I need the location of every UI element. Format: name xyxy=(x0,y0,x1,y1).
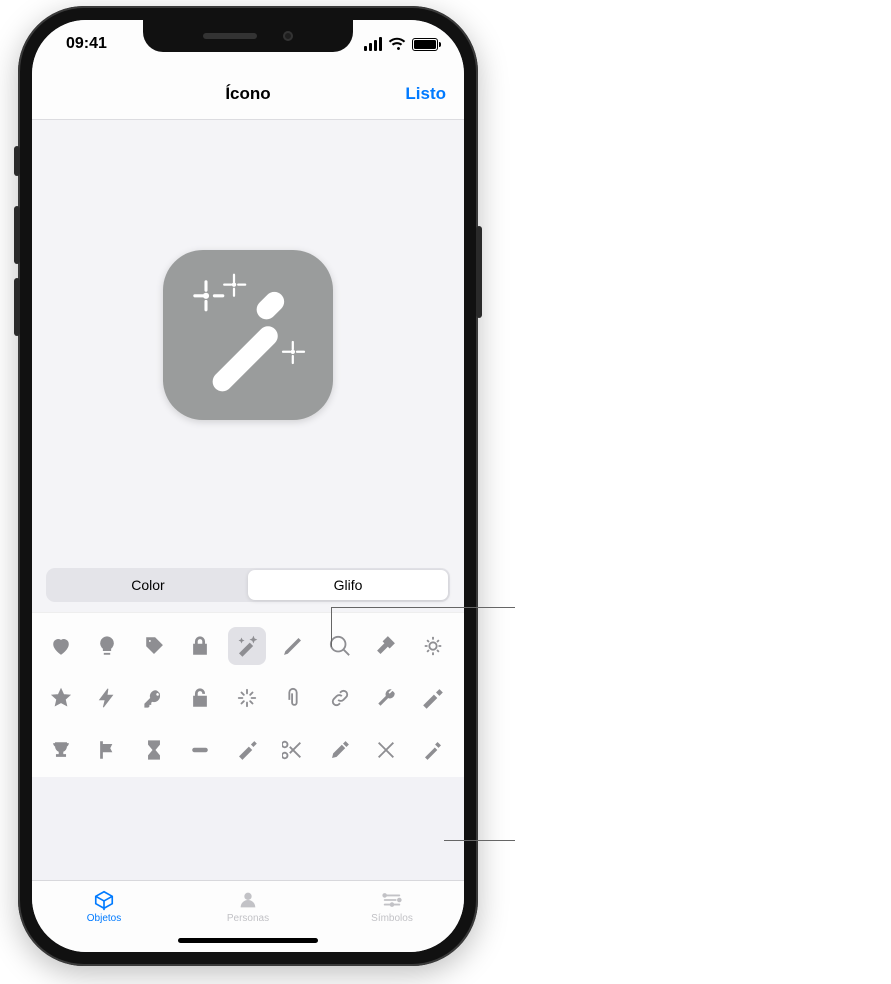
paperclip-icon xyxy=(282,687,304,709)
hammer-2-icon xyxy=(422,687,444,709)
lightbulb-icon xyxy=(96,635,118,657)
segment-color[interactable]: Color xyxy=(48,570,248,600)
magic-wand-icon xyxy=(236,635,258,657)
battery-icon xyxy=(412,38,438,51)
bolt-icon xyxy=(96,687,118,709)
glyph-star[interactable] xyxy=(42,679,80,717)
glyph-paint-roller[interactable] xyxy=(228,731,266,769)
tab-symbols[interactable]: Símbolos xyxy=(320,889,464,924)
tab-objects[interactable]: Objetos xyxy=(32,889,176,924)
hammer-icon xyxy=(375,635,397,657)
wifi-icon xyxy=(388,37,406,51)
segment-glyph[interactable]: Glifo xyxy=(248,570,448,600)
icon-preview-area xyxy=(32,120,464,550)
glyph-bolt[interactable] xyxy=(88,679,126,717)
volume-down-button xyxy=(14,278,20,336)
glyph-hourglass[interactable] xyxy=(135,731,173,769)
glyph-hammer-2[interactable] xyxy=(414,679,452,717)
minus-icon xyxy=(189,739,211,761)
glyph-scissors[interactable] xyxy=(274,731,312,769)
glyph-trophy[interactable] xyxy=(42,731,80,769)
glyph-flag[interactable] xyxy=(88,731,126,769)
glyph-hammer[interactable] xyxy=(367,627,405,665)
status-time: 09:41 xyxy=(66,35,107,53)
segmented-control-wrap: Color Glifo xyxy=(32,550,464,612)
gear-icon xyxy=(422,635,444,657)
glyph-pencil[interactable] xyxy=(274,627,312,665)
cellular-icon xyxy=(364,37,382,51)
screwdriver-icon xyxy=(422,739,444,761)
page-title: Ícono xyxy=(225,84,270,104)
tab-label: Símbolos xyxy=(371,913,413,924)
mute-switch xyxy=(14,146,20,176)
segmented-control: Color Glifo xyxy=(46,568,450,602)
glyph-paperclip[interactable] xyxy=(274,679,312,717)
flag-icon xyxy=(96,739,118,761)
done-button[interactable]: Listo xyxy=(405,84,446,104)
glyph-heart[interactable] xyxy=(42,627,80,665)
glyph-screwdriver[interactable] xyxy=(414,731,452,769)
tab-label: Personas xyxy=(227,913,269,924)
sliders-icon xyxy=(380,889,404,911)
glyph-magnifying-glass[interactable] xyxy=(321,627,359,665)
icon-preview xyxy=(163,250,333,420)
magic-wand-icon xyxy=(178,265,318,405)
callout-line xyxy=(331,607,515,608)
tab-label: Objetos xyxy=(87,913,121,924)
wrench-icon xyxy=(375,687,397,709)
lock-open-icon xyxy=(189,687,211,709)
callout-line xyxy=(444,840,515,841)
link-icon xyxy=(329,687,351,709)
category-tabs: Objetos Personas Símbolos xyxy=(32,880,464,928)
cube-icon xyxy=(92,889,116,911)
notch xyxy=(143,20,353,52)
callout-line xyxy=(331,607,332,647)
pencil-icon xyxy=(282,635,304,657)
heart-icon xyxy=(50,635,72,657)
glyph-tag[interactable] xyxy=(135,627,173,665)
glyph-tools[interactable] xyxy=(367,731,405,769)
eyedropper-icon xyxy=(329,739,351,761)
volume-up-button xyxy=(14,206,20,264)
tab-people[interactable]: Personas xyxy=(176,889,320,924)
scissors-icon xyxy=(282,739,304,761)
sparkle-icon xyxy=(236,687,258,709)
paint-roller-icon xyxy=(236,739,258,761)
glyph-magic-wand[interactable] xyxy=(228,627,266,665)
glyph-key[interactable] xyxy=(135,679,173,717)
nav-bar: Ícono Listo xyxy=(32,68,464,120)
hourglass-icon xyxy=(143,739,165,761)
phone-frame: 09:41 Ícono Listo Color Glifo xyxy=(18,6,478,966)
glyph-lock-open[interactable] xyxy=(181,679,219,717)
glyph-minus[interactable] xyxy=(181,731,219,769)
power-button xyxy=(476,226,482,318)
tools-icon xyxy=(375,739,397,761)
glyph-lightbulb[interactable] xyxy=(88,627,126,665)
home-indicator xyxy=(32,928,464,952)
glyph-eyedropper[interactable] xyxy=(321,731,359,769)
key-icon xyxy=(143,687,165,709)
screen: 09:41 Ícono Listo Color Glifo xyxy=(32,20,464,952)
glyph-gear[interactable] xyxy=(414,627,452,665)
trophy-icon xyxy=(50,739,72,761)
glyph-wrench[interactable] xyxy=(367,679,405,717)
tag-icon xyxy=(143,635,165,657)
glyph-lock[interactable] xyxy=(181,627,219,665)
star-icon xyxy=(50,687,72,709)
glyph-sparkle[interactable] xyxy=(228,679,266,717)
lock-icon xyxy=(189,635,211,657)
glyph-link[interactable] xyxy=(321,679,359,717)
glyph-picker xyxy=(32,612,464,777)
person-icon xyxy=(236,889,260,911)
